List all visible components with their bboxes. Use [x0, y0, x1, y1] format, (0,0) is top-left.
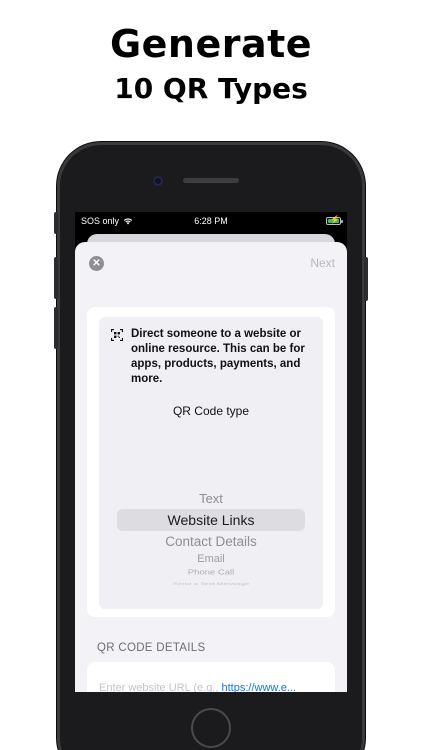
- qr-type-description: Direct someone to a website or online re…: [131, 328, 305, 385]
- picker-item[interactable]: Phone Call: [99, 568, 323, 577]
- charging-bolt-icon: ⚡: [330, 215, 340, 224]
- phone-frame: SOS only 6:28 PM ⚡ ✕ Next Direct someone…: [54, 142, 368, 750]
- picker-item-selected[interactable]: Website Links: [99, 512, 323, 528]
- power-button: [364, 257, 368, 301]
- close-icon: ✕: [92, 258, 101, 269]
- picker-item[interactable]: Contact Details: [99, 534, 323, 549]
- qr-type-picker[interactable]: Text Website Links Contact Details Email…: [99, 483, 323, 586]
- url-placeholder-text: Enter website URL (e.g.,: [99, 682, 222, 692]
- details-section-header: QR CODE DETAILS: [97, 642, 206, 654]
- qr-type-card: Direct someone to a website or online re…: [87, 307, 335, 617]
- mute-switch: [54, 212, 58, 234]
- volume-up-button: [54, 257, 58, 299]
- picker-item[interactable]: Text: [99, 491, 323, 506]
- qr-scan-icon: [111, 329, 123, 341]
- promo-headline: Generate: [109, 22, 313, 66]
- url-example-link: https://www.e...: [221, 682, 297, 692]
- promo-subline: 10 QR Types: [114, 72, 308, 105]
- picker-item[interactable]: Email: [99, 553, 323, 565]
- url-placeholder: Enter website URL (e.g., https://www.e..…: [99, 682, 319, 692]
- qr-type-panel: Direct someone to a website or online re…: [99, 317, 323, 609]
- status-time: 6:28 PM: [194, 216, 228, 226]
- next-button[interactable]: Next: [310, 256, 335, 270]
- website-url-field[interactable]: Enter website URL (e.g., https://www.e..…: [87, 662, 335, 692]
- front-camera: [153, 176, 163, 186]
- qr-type-sheet: ✕ Next Direct someone to a website or on…: [75, 242, 347, 692]
- status-bar: SOS only 6:28 PM ⚡: [75, 212, 347, 230]
- home-button[interactable]: [191, 708, 231, 748]
- close-button[interactable]: ✕: [89, 256, 104, 271]
- qr-type-label: QR Code type: [172, 404, 250, 418]
- earpiece-speaker: [183, 178, 239, 183]
- volume-down-button: [54, 307, 58, 349]
- picker-item[interactable]: Send a Text Message: [99, 581, 323, 586]
- screen: SOS only 6:28 PM ⚡ ✕ Next Direct someone…: [75, 212, 347, 692]
- battery-icon: ⚡: [326, 215, 343, 225]
